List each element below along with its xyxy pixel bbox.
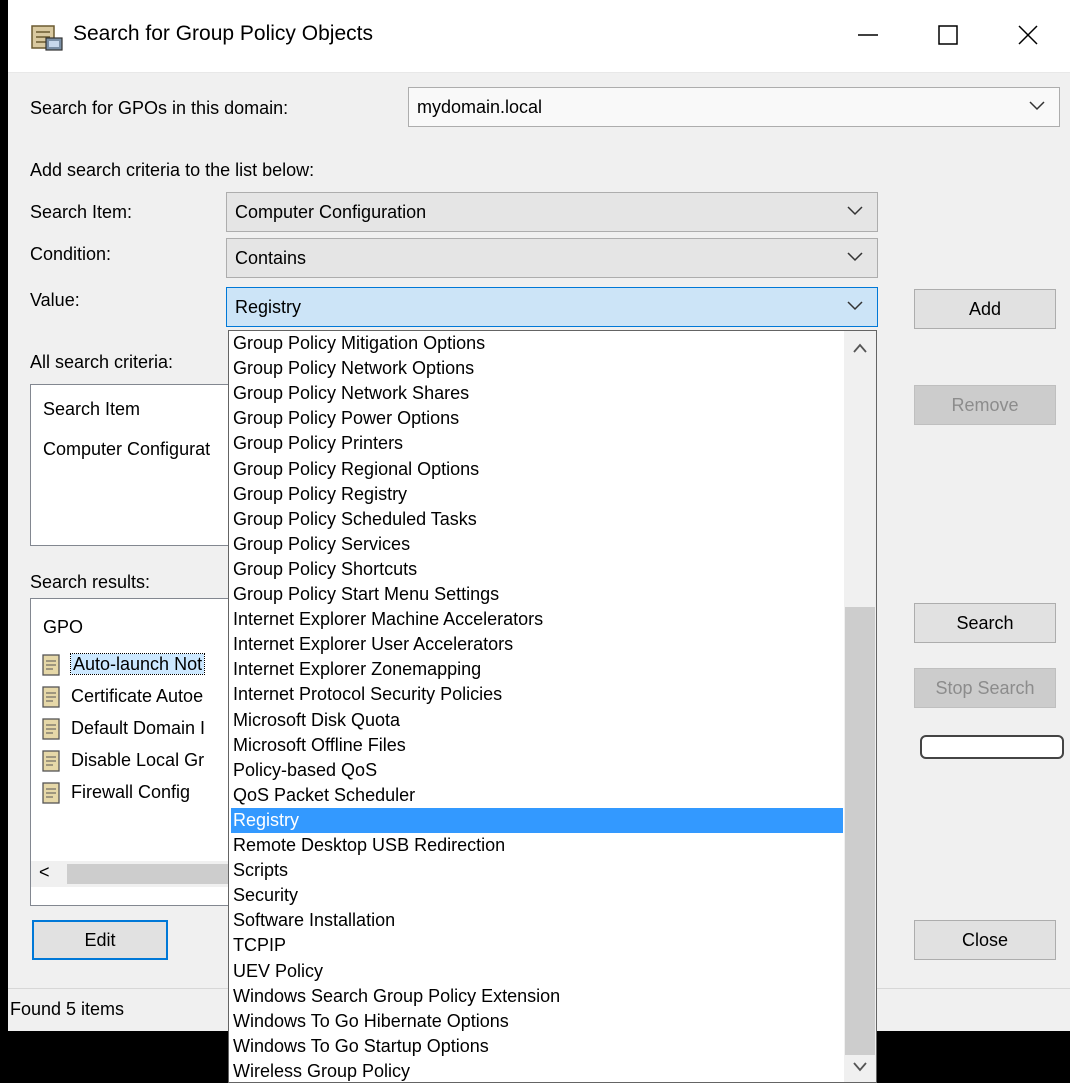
search-progress-bar (920, 735, 1064, 759)
close-icon (1018, 25, 1038, 45)
search-item-value: Computer Configuration (235, 202, 427, 222)
condition-value: Contains (235, 248, 307, 268)
dropdown-option[interactable]: Microsoft Offline Files (231, 733, 843, 758)
criteria-list[interactable]: Search Item Computer Configurat (30, 384, 240, 546)
condition-label: Condition: (30, 244, 112, 264)
close-window-button[interactable] (983, 0, 1070, 70)
dropdown-scrollbar[interactable] (844, 331, 876, 1082)
dropdown-option[interactable]: Internet Protocol Security Policies (231, 682, 843, 707)
close-button[interactable]: Close (914, 920, 1056, 960)
results-hscrollbar[interactable]: < (31, 861, 239, 887)
search-item-select[interactable]: Computer Configuration (226, 192, 878, 232)
title-bar: Search for Group Policy Objects (8, 0, 1070, 73)
dropdown-option[interactable]: Software Installation (231, 908, 843, 933)
result-name: Firewall Config (71, 781, 191, 802)
condition-select[interactable]: Contains (226, 238, 878, 278)
result-row[interactable]: Certificate Autoe (41, 685, 203, 709)
dropdown-option[interactable]: Group Policy Power Options (231, 406, 843, 431)
status-text: Found 5 items (10, 999, 125, 1019)
value-label: Value: (30, 290, 80, 310)
gpo-icon (42, 718, 60, 740)
criteria-heading: Add search criteria to the list below: (30, 160, 315, 180)
scroll-down-arrow-icon[interactable] (853, 1062, 867, 1072)
dropdown-option[interactable]: Policy-based QoS (231, 758, 843, 783)
result-row[interactable]: Firewall Config (41, 781, 190, 805)
add-button[interactable]: Add (914, 289, 1056, 329)
dropdown-option[interactable]: Group Policy Network Options (231, 356, 843, 381)
remove-button[interactable]: Remove (914, 385, 1056, 425)
dropdown-option[interactable]: Internet Explorer Zonemapping (231, 657, 843, 682)
dropdown-option[interactable]: Internet Explorer Machine Accelerators (231, 607, 843, 632)
value-value: Registry (235, 297, 302, 317)
dropdown-option[interactable]: Group Policy Network Shares (231, 381, 843, 406)
result-name: Auto-launch Not (69, 652, 206, 675)
dropdown-option[interactable]: Security (231, 883, 843, 908)
result-row[interactable]: Auto-launch Not (41, 652, 206, 677)
chevron-down-icon (847, 252, 863, 262)
results-column-header[interactable]: GPO (43, 617, 83, 638)
gpo-icon (42, 750, 60, 772)
domain-value: mydomain.local (417, 97, 543, 117)
dropdown-option[interactable]: UEV Policy (231, 959, 843, 984)
search-item-label: Search Item: (30, 202, 133, 222)
dropdown-option[interactable]: Internet Explorer User Accelerators (231, 632, 843, 657)
dropdown-option[interactable]: Group Policy Scheduled Tasks (231, 507, 843, 532)
domain-select[interactable]: mydomain.local (408, 87, 1060, 127)
result-row[interactable]: Disable Local Gr (41, 749, 204, 773)
dropdown-option[interactable]: Group Policy Shortcuts (231, 557, 843, 582)
dropdown-option[interactable]: Group Policy Printers (231, 431, 843, 456)
dropdown-option[interactable]: Registry (231, 807, 843, 833)
value-select[interactable]: Registry (226, 287, 878, 327)
scroll-thumb[interactable] (67, 864, 237, 884)
dropdown-option[interactable]: Group Policy Services (231, 532, 843, 557)
dropdown-option[interactable]: Microsoft Disk Quota (231, 708, 843, 733)
dropdown-option[interactable]: Group Policy Regional Options (231, 457, 843, 482)
window-title: Search for Group Policy Objects (73, 22, 373, 45)
edit-button[interactable]: Edit (32, 920, 168, 960)
maximize-icon (938, 25, 958, 45)
minimize-icon (858, 34, 878, 36)
results-list[interactable]: GPO Auto-launch Not Certificate Autoe De… (30, 598, 240, 906)
domain-label: Search for GPOs in this domain: (30, 98, 289, 118)
dropdown-option[interactable]: QoS Packet Scheduler (231, 783, 843, 808)
dropdown-option[interactable]: Windows To Go Startup Options (231, 1034, 843, 1059)
chevron-down-icon (847, 301, 863, 311)
value-dropdown-list[interactable]: Group Policy Mitigation Options Group Pol… (228, 330, 877, 1083)
all-criteria-label: All search criteria: (30, 352, 174, 372)
dropdown-option[interactable]: Windows To Go Hibernate Options (231, 1009, 843, 1034)
dropdown-option[interactable]: Group Policy Registry (231, 482, 843, 507)
maximize-button[interactable] (903, 0, 993, 70)
gpo-icon (42, 782, 60, 804)
result-name: Default Domain I (71, 717, 206, 738)
scroll-up-arrow-icon[interactable] (853, 343, 867, 353)
dropdown-option[interactable]: Group Policy Start Menu Settings (231, 582, 843, 607)
chevron-down-icon (847, 206, 863, 216)
dropdown-option[interactable]: Wireless Group Policy (231, 1059, 843, 1082)
search-button[interactable]: Search (914, 603, 1056, 643)
stop-search-button[interactable]: Stop Search (914, 668, 1056, 708)
dropdown-option[interactable]: Windows Search Group Policy Extension (231, 984, 843, 1009)
scroll-left-arrow[interactable]: < (39, 862, 50, 883)
gpo-icon (42, 686, 60, 708)
dropdown-option[interactable]: TCPIP (231, 933, 843, 958)
result-row[interactable]: Default Domain I (41, 717, 205, 741)
gpo-icon (42, 654, 60, 676)
gpo-search-icon (31, 25, 63, 51)
criteria-row[interactable]: Computer Configurat (43, 439, 210, 460)
chevron-down-icon (1029, 101, 1045, 111)
criteria-column-header[interactable]: Search Item (43, 399, 140, 420)
results-label: Search results: (30, 572, 151, 592)
dropdown-option[interactable]: Scripts (231, 858, 843, 883)
dropdown-option[interactable]: Remote Desktop USB Redirection (231, 833, 843, 858)
result-name: Certificate Autoe (71, 685, 204, 706)
result-name: Disable Local Gr (71, 749, 205, 770)
minimize-button[interactable] (823, 0, 913, 70)
dropdown-scroll-thumb[interactable] (845, 607, 875, 1055)
dropdown-option[interactable]: Group Policy Mitigation Options (231, 331, 843, 356)
